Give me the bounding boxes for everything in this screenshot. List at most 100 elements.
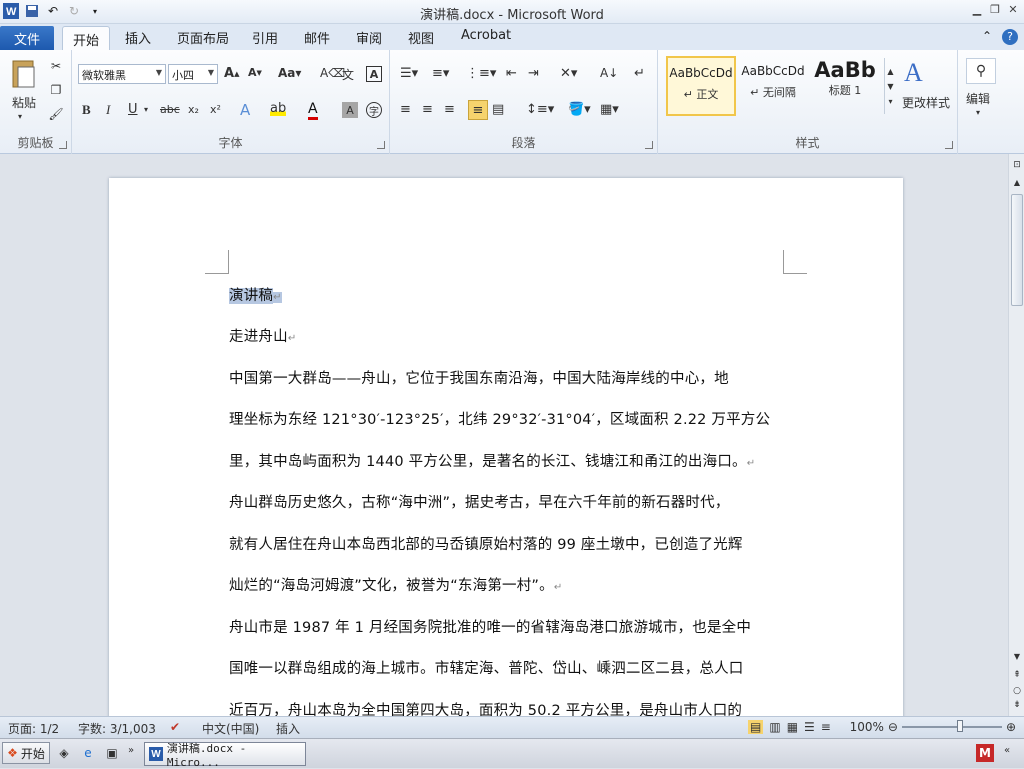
increase-indent-icon[interactable]: ⇥ [528,66,539,81]
styles-scroll[interactable]: ▲ ▼ ▾ [884,58,896,114]
scrollbar-thumb[interactable] [1011,194,1023,306]
word-count[interactable]: 字数: 3/1,003 [78,720,156,737]
chinese-layout-icon[interactable]: ✕▾ [560,66,577,81]
italic-icon[interactable]: I [106,102,110,118]
scroll-down-icon[interactable]: ▼ [1011,652,1023,661]
previous-page-icon[interactable]: ⇞ [1011,670,1023,680]
bold-icon[interactable]: B [82,102,91,118]
restore-icon[interactable]: ❐ [988,2,1002,16]
minimize-ribbon-icon[interactable]: ⌃ [982,29,992,45]
shading-icon[interactable]: 🪣▾ [568,102,591,117]
draft-icon[interactable]: ≡ [821,720,831,734]
tray-expand-icon[interactable]: « [1004,745,1010,756]
style-heading-1[interactable]: AaBb 标题 1 [810,56,880,116]
language-status[interactable]: 中文(中国) [202,720,259,737]
tab-view[interactable]: 视图 [408,28,434,47]
paste-dropdown-icon[interactable]: ▾ [18,112,22,121]
superscript-icon[interactable]: x² [210,103,221,116]
underline-icon[interactable]: U [128,102,138,117]
sort-icon[interactable]: A↓ [600,66,618,80]
vertical-scrollbar[interactable]: ⊡ ▲ ▼ ⇞ ○ ⇟ [1008,154,1024,716]
web-layout-icon[interactable]: ▦ [787,720,798,734]
doc-line[interactable]: 近百万，舟山本岛为全中国第四大岛，面积为 50.2 平方公里，是舟山市人口的 [229,691,789,716]
line-spacing-icon[interactable]: ↕≡▾ [526,102,554,117]
zoom-slider[interactable] [901,720,1002,732]
tray-app-icon[interactable]: M [976,744,994,762]
proofing-icon[interactable]: ✔ [170,720,180,734]
clipboard-launcher-icon[interactable] [59,141,67,149]
font-color-icon[interactable]: A [308,101,318,120]
document-page[interactable]: 演讲稿↵ 走进舟山↵ 中国第一大群岛——舟山，它位于我国东南沿海，中国大陆海岸线… [109,178,903,716]
enclose-characters-icon[interactable]: 字 [366,102,382,118]
more-icon[interactable]: » [128,745,134,756]
character-border-icon[interactable]: A [366,66,382,82]
ruler-toggle-icon[interactable]: ⊡ [1011,160,1023,170]
paste-icon[interactable] [8,56,40,92]
decrease-indent-icon[interactable]: ⇤ [506,66,517,81]
numbering-icon[interactable]: ≡▾ [432,66,449,81]
desktop-icon[interactable]: ◈ [56,745,72,761]
doc-line[interactable]: 舟山群岛历史悠久，古称“海中洲”，据史考古，早在六千年前的新石器时代， [229,483,789,525]
full-reading-icon[interactable]: ▥ [769,720,780,734]
highlight-icon[interactable]: ab [270,101,287,116]
cut-icon[interactable]: ✂ [48,58,64,74]
quicklaunch-icon[interactable]: ▣ [104,745,120,761]
multilevel-list-icon[interactable]: ⋮≡▾ [466,66,496,81]
font-family-combo[interactable]: 微软雅黑 ▼ [78,64,166,84]
taskbar-word-item[interactable]: W 演讲稿.docx - Micro... [144,742,306,769]
print-layout-icon[interactable]: ▤ [748,720,764,734]
align-right-icon[interactable]: ≡ [444,102,455,117]
scroll-up-icon[interactable]: ▲ [1011,178,1023,187]
tab-page-layout[interactable]: 页面布局 [177,28,229,47]
doc-heading[interactable]: 走进舟山↵ [229,317,789,360]
styles-launcher-icon[interactable] [945,141,953,149]
zoom-in-icon[interactable]: ⊕ [1006,720,1016,734]
bullets-icon[interactable]: ☰▾ [400,66,418,81]
change-styles-button[interactable]: 更改样式 [902,94,950,111]
copy-icon[interactable]: ❐ [48,82,64,98]
editing-button[interactable]: 编辑 [966,90,990,107]
paste-button[interactable]: 粘贴 [8,94,40,111]
tab-acrobat[interactable]: Acrobat [461,28,511,43]
change-case-icon[interactable]: Aa▾ [278,66,301,80]
doc-line[interactable]: 灿烂的“海岛河姆渡”文化，被誉为“东海第一村”。↵ [229,566,789,609]
browse-object-icon[interactable]: ○ [1011,686,1023,696]
tab-file[interactable]: 文件 [0,26,54,50]
tab-references[interactable]: 引用 [252,28,278,47]
find-icon[interactable]: ⚲ [966,58,996,84]
doc-title[interactable]: 演讲稿↵ [229,276,789,319]
distributed-icon[interactable]: ▤ [492,102,504,117]
style-normal[interactable]: AaBbCcDd ↵ 正文 [666,56,736,116]
change-styles-icon[interactable]: A [904,58,923,88]
next-page-icon[interactable]: ⇟ [1011,700,1023,710]
help-icon[interactable]: ? [1002,29,1018,45]
ie-icon[interactable]: e [80,745,96,761]
align-left-icon[interactable]: ≡ [400,102,411,117]
outline-icon[interactable]: ☰ [804,720,815,734]
page-count[interactable]: 页面: 1/2 [8,720,59,737]
tab-mailings[interactable]: 邮件 [304,28,330,47]
tab-review[interactable]: 审阅 [356,28,382,47]
paragraph-launcher-icon[interactable] [645,141,653,149]
zoom-out-icon[interactable]: ⊖ [888,720,898,734]
font-size-combo[interactable]: 小四 ▼ [168,64,218,84]
doc-line[interactable]: 国唯一以群岛组成的海上城市。市辖定海、普陀、岱山、嵊泗二区二县，总人口 [229,649,789,691]
doc-line[interactable]: 理坐标为东经 121°30′-123°25′，北纬 29°32′-31°04′，… [229,400,789,442]
align-center-icon[interactable]: ≡ [422,102,433,117]
borders-icon[interactable]: ▦▾ [600,102,619,117]
doc-line[interactable]: 里，其中岛屿面积为 1440 平方公里，是著名的长江、钱塘江和甬江的出海口。↵ [229,442,789,485]
tab-insert[interactable]: 插入 [125,28,151,47]
character-shading-icon[interactable]: A [342,102,358,118]
strikethrough-icon[interactable]: abc [160,103,180,116]
subscript-icon[interactable]: x₂ [188,103,199,116]
font-launcher-icon[interactable] [377,141,385,149]
start-button[interactable]: ❖ 开始 [2,742,50,764]
phonetic-guide-icon[interactable]: 文 [342,66,354,83]
zoom-slider-knob[interactable] [956,720,963,732]
justify-icon[interactable]: ≡ [468,100,488,120]
doc-line[interactable]: 中国第一大群岛——舟山，它位于我国东南沿海，中国大陆海岸线的中心，地 [229,359,789,401]
underline-dropdown-icon[interactable]: ▾ [144,105,148,114]
close-icon[interactable]: ✕ [1006,2,1020,16]
shrink-font-icon[interactable]: A ▼ [248,66,262,79]
text-effects-icon[interactable]: A [240,101,250,119]
